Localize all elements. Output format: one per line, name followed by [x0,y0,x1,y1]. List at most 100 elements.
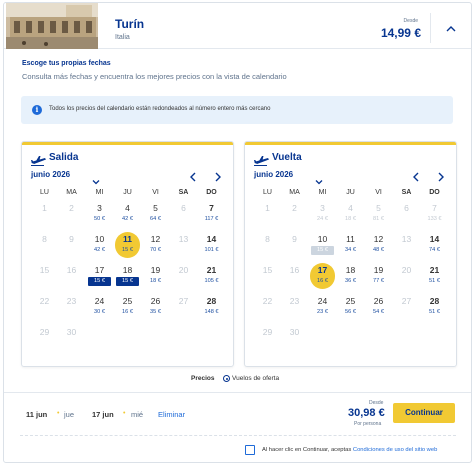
outbound-day-cell: 23 [58,293,85,321]
return-day-cell[interactable]: 26 54 € [365,293,392,321]
outbound-day-cell[interactable]: 26 35 € [142,293,169,321]
outbound-day-cell: 6 [170,200,197,228]
outbound-next-month-button[interactable] [214,169,222,182]
outbound-day-cell: 16 [58,262,85,290]
selected-outbound-weekday: jue [64,410,75,419]
day-number: 28 [206,296,217,306]
outbound-day-cell[interactable]: 25 16 € [114,293,141,321]
return-day-cell[interactable]: 18 36 € [337,262,364,290]
return-day-cell: 8 [254,231,281,259]
return-day-cell: 3 24 € [309,200,336,228]
outbound-title: Salida [49,152,79,163]
return-day-cell[interactable]: 17 16 € [309,262,336,290]
day-price: 117 € [204,216,219,222]
day-number: 10 [317,234,328,244]
day-price: 16 € [317,278,328,284]
terms-checkbox[interactable] [245,445,255,455]
return-day-cell: 22 [254,293,281,321]
outbound-day-cell[interactable]: 11 15 € [114,231,141,259]
outbound-day-cell: 2 [58,200,85,228]
outbound-day-cell[interactable]: 7 117 € [198,200,225,228]
day-number: 26 [373,296,384,306]
outbound-day-cell[interactable]: 21 105 € [198,262,225,290]
return-day-cell: 16 [281,262,308,290]
day-number: 16 [289,265,300,275]
outbound-day-cell[interactable]: 4 42 € [114,200,141,228]
section-subtitle: Consulta más fechas y encuentra los mejo… [22,72,287,81]
day-number: 19 [373,265,384,275]
chevron-down-icon[interactable] [92,172,100,185]
day-number: 17 [317,265,328,275]
return-day-cell: 15 [254,262,281,290]
return-day-cell[interactable]: 10 15 € [309,231,336,259]
return-day-cell[interactable]: 25 56 € [337,293,364,321]
day-price: 30 € [94,309,105,315]
return-day-cell[interactable]: 14 74 € [421,231,448,259]
day-number: 10 [94,234,105,244]
continue-button[interactable]: Continuar [393,403,455,423]
section-title: Escoge tus propias fechas [22,60,111,67]
return-month-select[interactable]: junio 2026 [254,170,293,179]
day-price: 36 € [345,278,356,284]
outbound-day-cell: 20 [170,262,197,290]
info-banner-text: Todos los precios del calendario están r… [49,106,271,112]
return-day-cell[interactable]: 19 77 € [365,262,392,290]
return-day-cell[interactable]: 11 34 € [337,231,364,259]
outbound-day-cell[interactable]: 28 148 € [198,293,225,321]
outbound-day-cell[interactable]: 19 18 € [142,262,169,290]
chevron-down-icon[interactable] [315,172,323,185]
day-price: 23 € [317,309,328,315]
chevron-up-icon[interactable] [445,21,457,32]
day-price: 64 € [150,216,161,222]
return-day-cell[interactable]: 21 51 € [421,262,448,290]
return-day-cell[interactable]: 28 51 € [421,293,448,321]
day-number: 3 [97,203,102,213]
return-day-cell[interactable]: 24 23 € [309,293,336,321]
return-day-cell[interactable]: 12 48 € [365,231,392,259]
day-number: 13 [178,234,189,244]
terms-link[interactable]: Condiciones de uso del sitio web [353,447,437,453]
outbound-day-cell[interactable]: 24 30 € [86,293,113,321]
remove-dates-link[interactable]: Eliminar [158,410,185,419]
return-day-cell: 9 [281,231,308,259]
day-number: 16 [66,265,77,275]
destination-header[interactable]: Turín Italia Desde 14,99 € [4,3,471,49]
weekday-header: DO [429,189,440,196]
day-number: 1 [42,203,47,213]
day-number: 7 [209,203,214,213]
weekday-header: SA [401,189,412,196]
outbound-day-cell[interactable]: 14 101 € [198,231,225,259]
return-prev-month-button[interactable] [412,169,420,182]
day-number: 12 [373,234,384,244]
day-number: 29 [262,327,273,337]
day-price: 18 € [150,278,161,284]
day-number: 15 [39,265,50,275]
day-number: 29 [39,327,50,337]
outbound-month-select[interactable]: junio 2026 [31,170,70,179]
outbound-day-cell[interactable]: 18 15 € [114,262,141,290]
weekday-header: JU [346,189,355,196]
day-number: 20 [401,265,412,275]
day-number: 18 [345,265,356,275]
outbound-day-cell[interactable]: 10 42 € [86,231,113,259]
day-price: 51 € [429,309,440,315]
selected-outbound-date: 11 jun [26,410,48,419]
outbound-day-cell[interactable]: 3 50 € [86,200,113,228]
day-number: 20 [178,265,189,275]
per-person-label: Por persona [354,421,382,427]
return-next-month-button[interactable] [437,169,445,182]
weekday-header: MI [95,189,104,196]
day-price: 15 € [88,277,111,286]
footer-dashed-divider [20,435,456,436]
outbound-day-cell[interactable]: 12 70 € [142,231,169,259]
day-price: 133 € [427,216,442,222]
day-number: 2 [69,203,74,213]
destination-thumbnail [6,3,98,49]
outbound-day-cell[interactable]: 5 64 € [142,200,169,228]
return-day-cell: 4 18 € [337,200,364,228]
day-number: 21 [429,265,440,275]
outbound-prev-month-button[interactable] [189,169,197,182]
outbound-day-cell[interactable]: 17 15 € [86,262,113,290]
outbound-day-cell: 22 [31,293,58,321]
destination-country: Italia [115,34,130,41]
